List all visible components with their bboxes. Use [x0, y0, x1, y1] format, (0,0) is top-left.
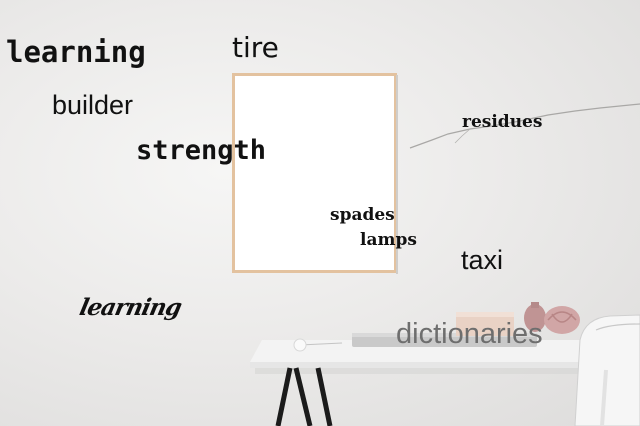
word-lamps: lamps — [360, 230, 417, 250]
word-learning-top: learning — [6, 35, 146, 69]
word-learning-script: learning — [77, 294, 184, 321]
word-dictionaries: dictionaries — [396, 318, 543, 350]
box-top — [456, 312, 514, 317]
desk-leg-left-2 — [293, 367, 313, 426]
desk-leg-left-1 — [275, 367, 293, 426]
photo-scene: learning tire builder strength residues … — [0, 0, 640, 426]
vase-2 — [544, 306, 580, 334]
flower-head — [293, 338, 307, 352]
vase-1-neck — [531, 302, 539, 308]
word-spades: spades — [330, 205, 395, 225]
word-residues: residues — [462, 112, 543, 132]
word-builder: builder — [52, 90, 134, 120]
word-strength: strength — [136, 135, 267, 166]
word-tire: tire — [232, 31, 279, 64]
word-taxi: taxi — [461, 245, 504, 275]
desk-edge — [250, 362, 610, 368]
desk-leg-left-3 — [315, 367, 333, 426]
